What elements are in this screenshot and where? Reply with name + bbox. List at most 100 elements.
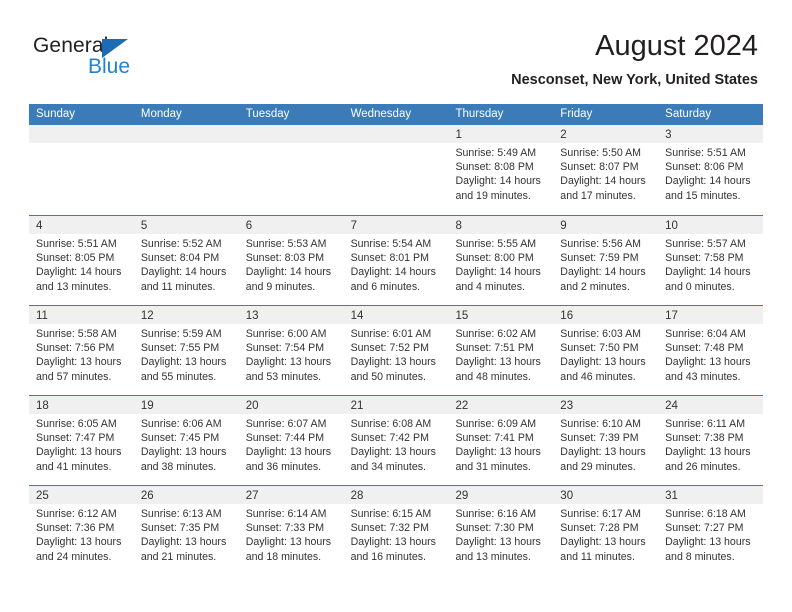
day-detail-line: Sunrise: 6:02 AM — [455, 328, 537, 340]
day-detail-line: Sunrise: 5:53 AM — [245, 238, 327, 250]
day-cell-6[interactable]: 6 Sunrise: 5:53 AM Sunset: 8:03 PM Daylight… — [238, 216, 344, 305]
day-cell-15[interactable]: 15 Sunrise: 6:02 AM Sunset: 7:51 PM Dayligh… — [448, 306, 554, 395]
day-cell-12[interactable]: 12 Sunrise: 5:59 AM Sunset: 7:55 PM Dayligh… — [133, 306, 239, 395]
day-cell-2[interactable]: 2 Sunrise: 5:50 AM Sunset: 8:07 PM Daylight… — [553, 125, 659, 215]
day-cell-8[interactable]: 8 Sunrise: 5:55 AM Sunset: 8:00 PM Daylight… — [448, 216, 554, 305]
day-detail-line: Sunset: 8:08 PM — [455, 161, 534, 174]
day-detail-line: Daylight: 13 hours — [245, 536, 332, 549]
day-detail-line: Sunset: 7:58 PM — [665, 252, 744, 265]
calendar-week-row: 25 Sunrise: 6:12 AM Sunset: 7:36 PM Dayligh… — [29, 485, 764, 575]
day-details: Sunrise: 6:16 AM Sunset: 7:30 PM Daylight:… — [448, 504, 553, 564]
day-cell-7[interactable]: 7 Sunrise: 5:54 AM Sunset: 8:01 PM Daylight… — [343, 216, 449, 305]
day-cell-10[interactable]: 10 Sunrise: 5:57 AM Sunset: 7:58 PM Dayligh… — [658, 216, 764, 305]
day-cell-1[interactable]: 1 Sunrise: 5:49 AM Sunset: 8:08 PM Daylight… — [448, 125, 554, 215]
day-number: 29 — [455, 490, 469, 502]
day-detail-line: Sunset: 8:03 PM — [245, 252, 325, 265]
day-detail-line: Daylight: 13 hours — [560, 446, 646, 459]
day-cell-20[interactable]: 20 Sunrise: 6:07 AM Sunset: 7:44 PM Dayligh… — [238, 396, 344, 485]
day-details — [344, 143, 449, 146]
day-detail-line: Sunset: 7:28 PM — [560, 522, 639, 535]
page-title: August 2024 — [595, 30, 758, 62]
day-detail-line: Sunset: 7:55 PM — [140, 342, 220, 355]
day-number-header: 3 — [658, 125, 764, 143]
day-detail-line: Sunrise: 6:11 AM — [665, 418, 746, 430]
day-detail-line: Sunset: 7:52 PM — [350, 342, 429, 355]
general-blue-logo[interactable]: General Blue — [33, 34, 213, 82]
day-cell-3[interactable]: 3 Sunrise: 5:51 AM Sunset: 8:06 PM Daylight… — [658, 125, 764, 215]
day-detail-line: Sunset: 7:45 PM — [140, 432, 220, 445]
day-detail-line: and 50 minutes. — [350, 370, 426, 383]
day-detail-line: Sunset: 7:41 PM — [455, 432, 534, 445]
day-detail-line: Daylight: 13 hours — [665, 536, 751, 549]
day-detail-line: Daylight: 13 hours — [245, 356, 332, 369]
day-number: 23 — [560, 400, 574, 412]
day-details: Sunrise: 5:51 AM Sunset: 8:06 PM Daylight:… — [658, 143, 763, 203]
day-detail-line: Sunrise: 6:00 AM — [245, 328, 327, 340]
day-cell-11[interactable]: 11 Sunrise: 5:58 AM Sunset: 7:56 PM Dayligh… — [29, 306, 134, 395]
day-number: 25 — [36, 490, 49, 502]
day-detail-line: Daylight: 14 hours — [560, 266, 646, 279]
day-detail-line: Daylight: 13 hours — [560, 536, 646, 549]
day-cell-17[interactable]: 17 Sunrise: 6:04 AM Sunset: 7:48 PM Dayligh… — [658, 306, 764, 395]
day-cell-16[interactable]: 16 Sunrise: 6:03 AM Sunset: 7:50 PM Dayligh… — [553, 306, 659, 395]
day-number-header: 22 — [448, 396, 554, 414]
day-details: Sunrise: 6:15 AM Sunset: 7:32 PM Daylight:… — [344, 504, 449, 564]
day-cell-5[interactable]: 5 Sunrise: 5:52 AM Sunset: 8:04 PM Daylight… — [133, 216, 239, 305]
day-cell-31[interactable]: 31 Sunrise: 6:18 AM Sunset: 7:27 PM Dayligh… — [658, 486, 764, 575]
day-detail-line: and 21 minutes. — [140, 550, 217, 563]
day-detail-line: Sunset: 8:00 PM — [455, 252, 534, 265]
day-detail-line: Daylight: 14 hours — [560, 175, 646, 188]
day-cell-22[interactable]: 22 Sunrise: 6:09 AM Sunset: 7:41 PM Dayligh… — [448, 396, 554, 485]
day-detail-line: Daylight: 13 hours — [455, 356, 541, 369]
day-cell-13[interactable]: 13 Sunrise: 6:00 AM Sunset: 7:54 PM Dayligh… — [238, 306, 344, 395]
day-cell-28[interactable]: 28 Sunrise: 6:15 AM Sunset: 7:32 PM Dayligh… — [343, 486, 449, 575]
day-detail-line: Sunrise: 6:16 AM — [455, 508, 537, 520]
day-number: 3 — [665, 129, 672, 141]
day-number: 10 — [665, 220, 678, 232]
day-details: Sunrise: 6:07 AM Sunset: 7:44 PM Daylight:… — [239, 414, 344, 474]
day-cell-9[interactable]: 9 Sunrise: 5:56 AM Sunset: 7:59 PM Daylight… — [553, 216, 659, 305]
day-detail-line: Sunrise: 6:04 AM — [665, 328, 746, 340]
day-detail-line: and 2 minutes. — [560, 280, 630, 293]
day-number-header: 31 — [658, 486, 764, 504]
day-detail-line: Sunrise: 6:09 AM — [455, 418, 537, 430]
day-cell-18[interactable]: 18 Sunrise: 6:05 AM Sunset: 7:47 PM Dayligh… — [29, 396, 134, 485]
day-cell-empty — [133, 125, 239, 215]
day-cell-24[interactable]: 24 Sunrise: 6:11 AM Sunset: 7:38 PM Dayligh… — [658, 396, 764, 485]
day-number-header: 12 — [133, 306, 239, 324]
day-detail-line: Daylight: 13 hours — [455, 446, 541, 459]
day-cell-23[interactable]: 23 Sunrise: 6:10 AM Sunset: 7:39 PM Dayligh… — [553, 396, 659, 485]
day-cell-27[interactable]: 27 Sunrise: 6:14 AM Sunset: 7:33 PM Dayligh… — [238, 486, 344, 575]
day-number-header: 7 — [343, 216, 449, 234]
day-detail-line: and 31 minutes. — [455, 460, 531, 473]
day-detail-line: Sunset: 8:06 PM — [665, 161, 744, 174]
day-cell-25[interactable]: 25 Sunrise: 6:12 AM Sunset: 7:36 PM Dayligh… — [29, 486, 134, 575]
day-number-header: 10 — [658, 216, 764, 234]
calendar-week-row: 4 Sunrise: 5:51 AM Sunset: 8:05 PM Daylight… — [29, 215, 764, 305]
day-details: Sunrise: 6:18 AM Sunset: 7:27 PM Daylight:… — [658, 504, 763, 564]
day-detail-line: and 38 minutes. — [140, 460, 217, 473]
day-detail-line: Sunset: 8:04 PM — [140, 252, 220, 265]
day-detail-line: Daylight: 13 hours — [350, 536, 436, 549]
weekday-header-sunday: Sunday — [36, 108, 76, 120]
day-number-header: 14 — [343, 306, 449, 324]
day-details: Sunrise: 6:01 AM Sunset: 7:52 PM Daylight:… — [344, 324, 449, 384]
day-cell-26[interactable]: 26 Sunrise: 6:13 AM Sunset: 7:35 PM Dayligh… — [133, 486, 239, 575]
day-number-header: 6 — [238, 216, 344, 234]
day-number: 16 — [560, 310, 574, 322]
day-cell-19[interactable]: 19 Sunrise: 6:06 AM Sunset: 7:45 PM Dayligh… — [133, 396, 239, 485]
day-cell-4[interactable]: 4 Sunrise: 5:51 AM Sunset: 8:05 PM Daylight… — [29, 216, 134, 305]
day-detail-line: Sunset: 7:39 PM — [560, 432, 639, 445]
day-detail-line: and 53 minutes. — [245, 370, 322, 383]
day-detail-line: and 17 minutes. — [560, 189, 636, 202]
day-cell-30[interactable]: 30 Sunrise: 6:17 AM Sunset: 7:28 PM Dayligh… — [553, 486, 659, 575]
day-detail-line: Sunrise: 6:15 AM — [350, 508, 432, 520]
day-detail-line: and 8 minutes. — [665, 550, 735, 563]
day-number: 9 — [560, 220, 567, 232]
day-detail-line: Sunrise: 5:51 AM — [665, 147, 746, 159]
day-detail-line: Sunset: 7:47 PM — [36, 432, 115, 445]
day-cell-29[interactable]: 29 Sunrise: 6:16 AM Sunset: 7:30 PM Dayligh… — [448, 486, 554, 575]
day-cell-21[interactable]: 21 Sunrise: 6:08 AM Sunset: 7:42 PM Dayligh… — [343, 396, 449, 485]
day-number: 6 — [245, 220, 253, 232]
day-cell-14[interactable]: 14 Sunrise: 6:01 AM Sunset: 7:52 PM Dayligh… — [343, 306, 449, 395]
